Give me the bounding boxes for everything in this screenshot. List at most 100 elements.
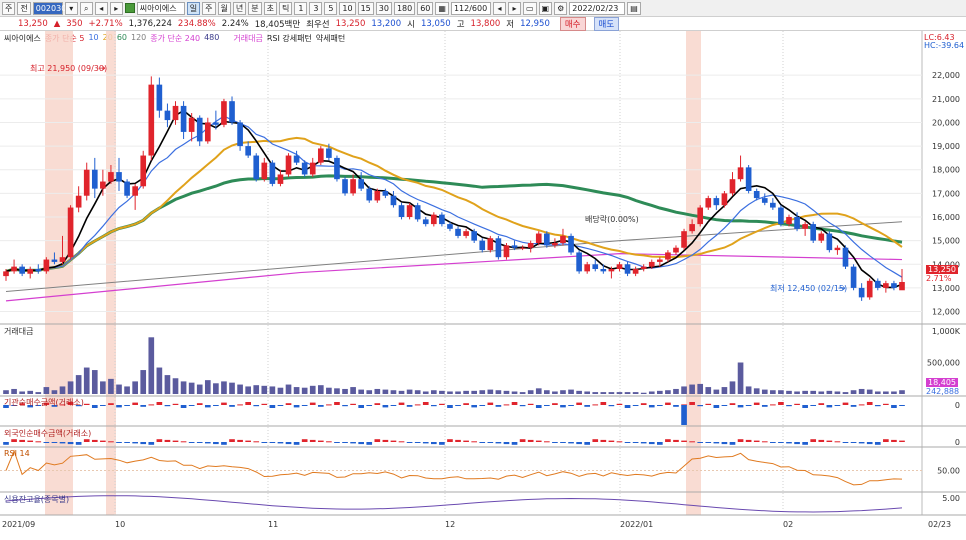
toolbar-btn-all[interactable]: 전 — [17, 1, 31, 15]
volume-bar — [317, 385, 324, 394]
candle-body — [527, 243, 534, 248]
next-arrow-icon[interactable]: ▸ — [109, 1, 123, 15]
volume-bar — [414, 390, 421, 394]
inst-bar — [83, 403, 90, 405]
period-month[interactable]: 월 — [217, 1, 231, 15]
inst-bar — [729, 403, 736, 405]
volume-bar — [681, 386, 687, 394]
inst-bar — [761, 405, 768, 407]
volume-bar — [269, 386, 276, 394]
volume-bar — [624, 392, 631, 394]
candle-body — [463, 231, 469, 236]
prev-arrow-icon[interactable]: ◂ — [94, 1, 108, 15]
candle-body — [132, 186, 138, 196]
foreign-bar — [229, 439, 235, 442]
candle-body — [374, 191, 381, 201]
calendar-icon[interactable]: ▤ — [627, 1, 641, 15]
volume-bar — [866, 389, 873, 394]
volume-bar — [761, 389, 768, 394]
candle-body — [35, 269, 42, 272]
stock-name-field[interactable]: 씨아이에스 — [136, 1, 185, 15]
volume-bar — [535, 388, 542, 394]
interval-180[interactable]: 180 — [393, 1, 416, 15]
quote-bar: 13,250 ▲ 350 +2.71% 1,376,224 234.88% 2.… — [0, 16, 966, 31]
inst-bar — [640, 403, 647, 405]
candle-body — [196, 117, 203, 142]
inst-bar — [681, 405, 687, 425]
interval-10[interactable]: 10 — [339, 1, 356, 15]
period-year[interactable]: 년 — [232, 1, 247, 15]
foreign-bar — [317, 440, 324, 442]
interval-15[interactable]: 15 — [357, 1, 374, 15]
volume-bar — [148, 337, 155, 394]
sell-button[interactable]: 매도 — [593, 16, 620, 31]
candle-body — [584, 264, 591, 272]
foreign-bar — [463, 440, 469, 442]
foreign-bar — [753, 440, 760, 442]
inst-bar — [874, 405, 881, 407]
volume-bar — [59, 386, 66, 394]
candle-body — [358, 179, 364, 189]
date-tick-label: 10 — [115, 520, 125, 529]
period-second[interactable]: 초 — [263, 1, 277, 15]
volume-bar — [83, 367, 90, 394]
scroll-left-icon[interactable]: ◂ — [492, 1, 506, 15]
foreign-bar — [213, 442, 219, 445]
dropdown-icon[interactable]: ▾ — [64, 1, 78, 15]
candle-body — [172, 105, 179, 121]
foreign-bar — [891, 439, 897, 442]
stock-code-input[interactable]: 002030 — [32, 1, 66, 15]
foreign-bar — [778, 442, 784, 443]
foreign-bar — [842, 442, 849, 443]
interval-1[interactable]: 1 — [294, 1, 308, 15]
period-tick[interactable]: 틱 — [279, 1, 293, 15]
foreign-bar — [616, 441, 623, 443]
inst-bar — [350, 403, 356, 405]
foreign-bar — [67, 442, 74, 445]
candle-body — [511, 245, 518, 248]
collapse-icon[interactable]: ▭ — [522, 1, 537, 15]
foreign-bar — [519, 439, 526, 442]
buy-button[interactable]: 매수 — [559, 16, 586, 31]
volume-bar — [245, 386, 251, 394]
date-field[interactable]: 2022/02/23 — [569, 1, 626, 15]
inst-bar — [358, 405, 364, 408]
foreign-bars: 0 — [3, 438, 960, 447]
candle-body — [729, 179, 736, 194]
inst-bar — [124, 405, 130, 406]
interval-30[interactable]: 30 — [375, 1, 392, 15]
period-minute[interactable]: 분 — [248, 1, 262, 15]
interval-3[interactable]: 3 — [309, 1, 323, 15]
candle-body — [657, 259, 663, 262]
period-week[interactable]: 주 — [202, 1, 216, 15]
inst-bar — [616, 403, 623, 405]
volume-bar — [43, 387, 50, 394]
search-icon[interactable]: ⌕ — [79, 1, 93, 15]
save-icon[interactable]: ▣ — [538, 1, 553, 15]
candle-body — [810, 224, 817, 241]
interval-5[interactable]: 5 — [324, 1, 338, 15]
volume-bar — [366, 390, 373, 394]
candle-body — [124, 181, 130, 196]
foreign-bar — [277, 442, 284, 444]
page-count-field[interactable]: 112/600 — [450, 1, 491, 15]
volume-bar — [471, 390, 478, 394]
interval-60[interactable]: 60 — [417, 1, 434, 15]
scroll-right-icon[interactable]: ▸ — [507, 1, 521, 15]
volume-bar — [632, 392, 639, 394]
volume-bar — [221, 381, 227, 394]
candle-body — [422, 219, 429, 225]
settings-icon[interactable]: ⚙ — [554, 1, 568, 15]
candle-body — [721, 193, 728, 206]
period-day[interactable]: 일 — [186, 1, 201, 15]
inst-bar — [164, 405, 171, 407]
volume-bar — [794, 391, 800, 394]
inst-bar — [503, 404, 510, 406]
candle-body — [479, 240, 486, 251]
inst-bar — [834, 405, 841, 406]
toolbar-btn-week[interactable]: 주 — [2, 1, 16, 15]
candle-body — [11, 266, 17, 272]
grid-icon[interactable]: ▦ — [435, 1, 449, 15]
volume-bar — [116, 384, 122, 394]
candle-body — [818, 233, 825, 241]
